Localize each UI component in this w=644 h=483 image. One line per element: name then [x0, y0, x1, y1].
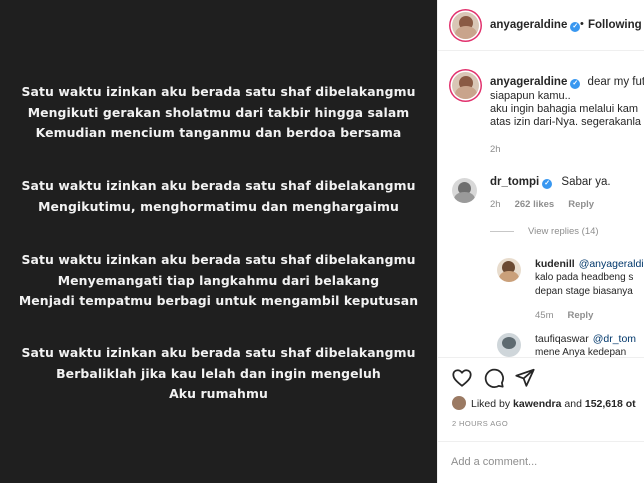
reply-text: mene Anya kedepan [535, 347, 627, 357]
reply-avatar[interactable] [497, 333, 521, 357]
reply-username[interactable]: kudenill [535, 258, 575, 270]
poem-line: Satu waktu izinkan aku berada satu shaf … [21, 345, 416, 360]
caption-text: siapapun kamu.. aku ingin bahagia melalu… [490, 90, 644, 129]
comment-bubble-icon[interactable] [483, 367, 505, 389]
reply-button[interactable]: Reply [567, 310, 593, 321]
poem-line: Satu waktu izinkan aku berada satu shaf … [21, 178, 416, 193]
poem-line: Mengikutimu, menghormatimu dan mengharga… [38, 198, 399, 214]
poem-line: Berbaliklah jika kau lelah dan ingin men… [56, 365, 381, 381]
reply-header: kudenill @anyageraldi [535, 258, 644, 270]
poem-line: Satu waktu izinkan aku berada satu shaf … [21, 84, 416, 99]
poem-line: Satu waktu izinkan aku berada satu shaf … [21, 252, 416, 267]
author-avatar[interactable] [452, 12, 479, 39]
following-button[interactable]: Following [588, 19, 642, 31]
reply-time[interactable]: 45m [535, 310, 553, 321]
poem-line: Menjadi tempatmu berbagi untuk mengambil… [18, 293, 419, 308]
poem-line: Menyemangati tiap langkahmu dari belakan… [57, 272, 380, 288]
reply-text: kalo pada headbeng s depan stage biasany… [535, 271, 633, 299]
comment-text: Sabar ya. [561, 176, 611, 188]
poem-stanza-4: Satu waktu izinkan aku berada satu shaf … [0, 343, 437, 405]
caption-username[interactable]: anyageraldine [490, 76, 567, 88]
liked-by-user[interactable]: kawendra [513, 398, 561, 410]
view-replies-button[interactable]: View replies (14) [490, 226, 599, 237]
post-image[interactable]: Satu waktu izinkan aku berada satu shaf … [0, 0, 437, 483]
commenter-avatar[interactable] [452, 178, 477, 203]
post-actions: Liked by kawendra and 152,618 ot 2 HOURS… [438, 357, 644, 482]
liked-by-row: Liked by kawendra and 152,618 ot [452, 396, 636, 410]
liked-by-count[interactable]: 152,618 ot [585, 398, 636, 410]
commenter-username[interactable]: dr_tompi [490, 176, 539, 188]
add-comment-input[interactable] [451, 453, 631, 471]
heart-icon[interactable] [451, 367, 473, 389]
reply-mention-link[interactable]: @dr_tom [593, 333, 636, 345]
caption-first-line: dear my futu [587, 76, 644, 88]
poem-line: Aku rumahmu [169, 386, 268, 401]
verified-badge-icon: ✓ [570, 22, 581, 32]
comment-header: dr_tompi ✓ Sabar ya. [490, 176, 611, 189]
liked-by-and: and [564, 398, 582, 410]
poem-stanza-3: Satu waktu izinkan aku berada satu shaf … [0, 250, 437, 312]
caption-author-avatar[interactable] [452, 72, 479, 99]
caption-time[interactable]: 2h [490, 144, 501, 155]
poem-stanza-1: Satu waktu izinkan aku berada satu shaf … [0, 82, 437, 144]
caption-line: atas izin dari-Nya. segerakanla [490, 116, 642, 128]
reply-header: taufiqaswar @dr_tom [535, 333, 636, 345]
caption-line: siapapun kamu.. [490, 90, 571, 102]
comments-list[interactable]: anyageraldine✓ dear my futu siapapun kam… [438, 52, 644, 357]
poem-line: Kemudian mencium tanganmu dan berdoa ber… [35, 125, 402, 140]
author-username[interactable]: anyageraldine ✓ [490, 19, 581, 32]
reply-username[interactable]: taufiqaswar [535, 333, 589, 345]
reply-button[interactable]: Reply [568, 199, 594, 210]
comment-likes[interactable]: 262 likes [515, 199, 555, 210]
verified-badge-icon: ✓ [542, 179, 553, 189]
add-comment-bar [438, 441, 644, 483]
author-username-text[interactable]: anyageraldine [490, 19, 567, 31]
reply-mention-link[interactable]: @anyageraldi [579, 258, 644, 270]
liked-by-prefix: Liked by [471, 398, 511, 410]
poem-line: Mengikuti gerakan sholatmu dari takbir h… [27, 104, 410, 120]
paper-plane-icon[interactable] [514, 367, 536, 389]
comment-meta: 2h 262 likes Reply [490, 199, 608, 210]
divider-line [490, 230, 514, 232]
liker-avatar[interactable] [452, 396, 466, 410]
reply-line: kalo pada headbeng s [535, 272, 634, 283]
post-timestamp[interactable]: 2 HOURS AGO [452, 419, 508, 428]
caption-header: anyageraldine✓ dear my futu [490, 76, 644, 89]
post-side-panel: anyageraldine ✓ • Following anyageraldine… [437, 0, 644, 483]
reply-avatar[interactable] [497, 258, 521, 282]
reply-meta: 45m Reply [535, 310, 607, 321]
poem-stanza-2: Satu waktu izinkan aku berada satu shaf … [0, 176, 437, 217]
comment-time[interactable]: 2h [490, 199, 501, 210]
reply-line: depan stage biasanya [535, 286, 633, 297]
caption-line: aku ingin bahagia melalui kam [490, 103, 638, 115]
post-header: anyageraldine ✓ • Following [438, 0, 644, 51]
view-replies-label[interactable]: View replies (14) [528, 226, 599, 237]
header-separator: • [580, 18, 584, 30]
verified-badge-icon: ✓ [570, 79, 581, 89]
